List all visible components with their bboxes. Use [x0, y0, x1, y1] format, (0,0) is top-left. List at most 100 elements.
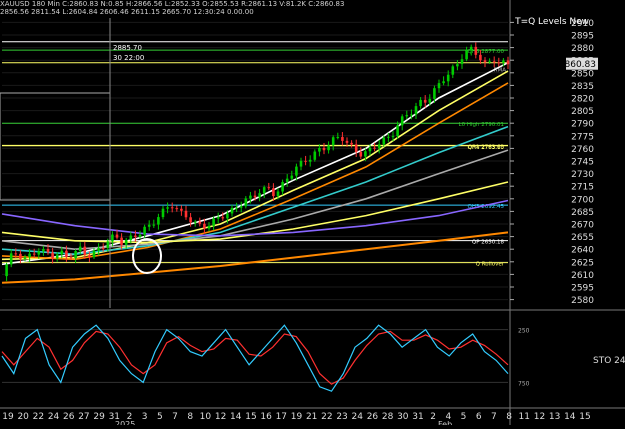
y-tick-label: 2715 [571, 183, 594, 193]
candle-body [101, 247, 105, 249]
month-label: Feb [438, 420, 452, 425]
candle-body [97, 247, 100, 251]
chart-canvas[interactable]: QH5 2877.00L0 High 2790.01QH4 2763.10QR1… [0, 0, 625, 429]
candle-body [396, 125, 399, 137]
candle-body [207, 225, 211, 229]
y-tick-label: 2760 [571, 145, 594, 155]
candle-body [465, 50, 468, 60]
candle-body [60, 250, 64, 255]
candle-body [262, 187, 266, 194]
candle-body [506, 60, 510, 65]
candle-body [37, 251, 41, 255]
candle-body [69, 257, 73, 259]
candle-body [152, 224, 156, 226]
candle-body [382, 137, 386, 145]
candle-body [492, 61, 496, 63]
candle-body [65, 250, 68, 258]
candle-body [23, 257, 27, 259]
candle-body [364, 151, 367, 157]
x-tick-label: 7 [491, 412, 497, 422]
stochastic-panel: 250 750 STO 24 [0, 309, 625, 392]
moving-average-ema_purple [1, 199, 509, 237]
session-box [0, 92, 111, 201]
x-tick-label: 20 [17, 412, 29, 422]
level-label: QP 2650.18 [472, 240, 505, 246]
x-tick-label: 7 [172, 412, 178, 422]
candle-body [230, 207, 234, 214]
candle-body [239, 206, 243, 208]
candle-body [368, 147, 372, 152]
y-tick-label: 2670 [571, 221, 594, 231]
candle-body [189, 217, 192, 223]
candle-body [387, 136, 390, 138]
current-price-label: 2860.83 [559, 60, 596, 70]
x-tick-label: 12 [534, 412, 545, 422]
candle-body [244, 198, 248, 207]
candle-body [469, 46, 473, 51]
level-label: QR1 2763.63 [468, 144, 505, 150]
candle-body [322, 148, 326, 151]
candle-body [193, 221, 197, 223]
chart-header: XAUUSD 180 Min C:2860.83 N:0.85 H:2866.5… [0, 0, 344, 16]
candle-body [345, 140, 349, 143]
y-tick-label: 2835 [571, 82, 594, 92]
candle-body [373, 147, 376, 149]
candle-body [451, 66, 455, 75]
candle-body [299, 160, 303, 167]
candle-body [281, 182, 284, 192]
y-tick-label: 2595 [571, 284, 594, 294]
header-line-1: XAUUSD 180 Min C:2860.83 N:0.85 H:2866.5… [0, 0, 345, 8]
y-tick-label: 2895 [571, 32, 594, 42]
candle-body [55, 254, 59, 259]
candle-body [166, 207, 169, 209]
candle-body [290, 175, 294, 179]
moving-average-ema_yellow [1, 70, 509, 261]
candle-body [377, 144, 381, 149]
x-tick-label: 5 [461, 412, 467, 422]
price-chart[interactable]: XAUUSD 180 Min C:2860.83 N:0.85 H:2866.5… [0, 0, 625, 429]
candle-body [9, 253, 13, 265]
y-tick-label: 2805 [571, 107, 594, 117]
price-axis: 2910289528802865285028352820280527902775… [509, 0, 598, 425]
y-tick-label: 2580 [571, 296, 594, 306]
candle-body [483, 60, 487, 63]
x-tick-label: 14 [564, 412, 576, 422]
x-tick-label: 17 [276, 412, 287, 422]
x-tick-label: 2 [430, 412, 436, 422]
y-tick-label: 2700 [571, 195, 594, 205]
y-tick-label: 2820 [571, 95, 594, 105]
candle-body [180, 208, 183, 211]
candle-body [157, 217, 160, 225]
candle-body [359, 151, 363, 157]
x-tick-label: 16 [260, 412, 272, 422]
candle-body [28, 253, 31, 258]
candle-body [175, 208, 179, 210]
candle-body [350, 142, 353, 145]
candle-body [442, 81, 445, 84]
candle-body [88, 255, 91, 258]
x-tick-label: 19 [2, 412, 14, 422]
candle-body [129, 235, 133, 240]
candle-body [354, 144, 358, 152]
moving-average-ema_orange [1, 82, 509, 261]
candle-body [147, 224, 151, 227]
candle-body [19, 253, 22, 259]
candle-body [106, 241, 110, 249]
candle-body [488, 61, 491, 63]
time-axis: 19 20 22 24 26 27 29 31 2 3 5 7 8 10 12 14 15 16 17 19 21 22 2… [0, 407, 625, 429]
x-tick-label: 11 [519, 412, 530, 422]
candle-body [46, 248, 50, 253]
stoch-level-label: 750 [518, 380, 530, 387]
stoch-level-label: 250 [518, 328, 530, 335]
candle-body [92, 250, 96, 258]
candle-body [497, 62, 501, 64]
candle-body [313, 151, 317, 160]
x-tick-label: 23 [336, 412, 347, 422]
level-label: QH5 2877.00 [468, 49, 505, 55]
y-tick-label: 2790 [571, 120, 594, 130]
candle-body [336, 137, 340, 139]
candle-body [414, 106, 418, 115]
x-tick-label: 3 [142, 412, 148, 422]
candle-body [267, 187, 271, 189]
x-tick-label: 14 [230, 412, 242, 422]
